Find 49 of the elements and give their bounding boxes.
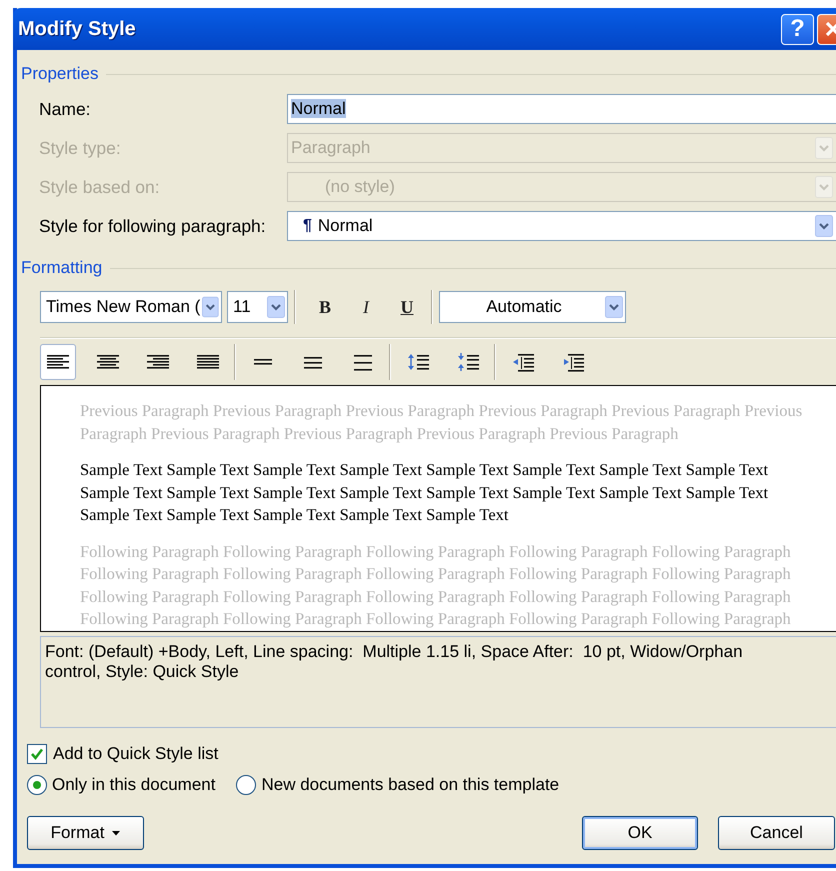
name-field[interactable]: Normal xyxy=(287,94,836,124)
italic-button[interactable]: I xyxy=(348,292,384,322)
font-dropdown[interactable]: Times New Roman ( xyxy=(40,291,222,323)
dropdown[interactable]: ¶ Normal xyxy=(287,211,836,241)
align-left-icon xyxy=(47,352,69,372)
check-icon xyxy=(30,747,44,761)
field-label: Style for following paragraph: xyxy=(39,216,267,236)
radio-button[interactable] xyxy=(27,775,47,795)
radio-button[interactable] xyxy=(236,775,256,795)
cancel-button[interactable]: Cancel xyxy=(718,816,835,850)
bold-button[interactable]: B xyxy=(307,292,343,322)
align-center-icon xyxy=(97,352,119,372)
underline-button[interactable]: U xyxy=(389,292,425,322)
align-left-button[interactable] xyxy=(40,344,76,380)
font-color-dropdown[interactable]: Automatic xyxy=(439,291,626,323)
quick-style-checkbox[interactable] xyxy=(27,744,47,764)
preview-text: Following Paragraph Following Paragraph Following Paragraph Following Paragraph Following Paragraph xyxy=(80,563,792,585)
justify-icon xyxy=(197,352,219,372)
double-spacing-icon xyxy=(352,352,374,372)
format-button[interactable]: Format xyxy=(27,816,144,850)
field-value: Normal xyxy=(291,99,346,118)
style-description: Font: (Default) +Body, Left, Line spacing: Multiple 1.15 li, Space After: 10 pt, Widow/Orphan control, Style: Quick Style xyxy=(40,636,836,728)
section-heading: Properties xyxy=(21,64,98,84)
preview-text: Sample Text Sample Text Sample Text Sample Text Sample Text Sample Text Sample Text Sample Text xyxy=(80,482,770,504)
font-size-dropdown[interactable]: 11 xyxy=(227,291,288,323)
field-label: Style type: xyxy=(39,138,122,158)
preview-text: Following Paragraph Following Paragraph Following Paragraph Following Paragraph Following Paragraph xyxy=(80,540,792,563)
help-button[interactable]: ? xyxy=(781,14,814,44)
preview-text: Following Paragraph Following Paragraph Following Paragraph Following Paragraph Following Paragraph xyxy=(80,586,792,608)
decrease-indent-icon xyxy=(512,352,534,372)
radio-label: Only in this document xyxy=(52,775,216,795)
preview-text: Previous Paragraph Previous Paragraph Previous Paragraph Previous Paragraph Previous Paragraph Previous xyxy=(80,400,804,422)
window-title: Modify Style xyxy=(18,18,137,40)
preview-text: Following Paragraph Following Paragraph Following Paragraph Following Paragraph Following Paragraph xyxy=(80,608,792,630)
caret-icon xyxy=(112,830,120,836)
field-label: Name: xyxy=(39,98,92,120)
align-right-icon xyxy=(147,352,169,372)
field-label: Style based on: xyxy=(39,176,161,198)
increase-indent-icon xyxy=(562,352,584,372)
pilcrow-mark: ¶ xyxy=(302,217,312,235)
radio-label: New documents based on this template xyxy=(261,775,560,795)
ok-button[interactable]: OK xyxy=(582,816,698,850)
checkbox-label: Add to Quick Style list xyxy=(53,744,218,764)
preview-text: Paragraph Previous Paragraph Previous Paragraph Previous Paragraph Previous Paragraph xyxy=(80,422,680,445)
preview-text: Sample Text Sample Text Sample Text Sample Text Sample Text xyxy=(80,504,510,526)
section-heading: Formatting xyxy=(21,258,102,278)
increase-spacing-icon xyxy=(407,352,429,372)
decrease-spacing-icon xyxy=(457,352,479,372)
preview-text: Sample Text Sample Text Sample Text Sample Text Sample Text Sample Text Sample Text Sample Text xyxy=(80,459,770,481)
